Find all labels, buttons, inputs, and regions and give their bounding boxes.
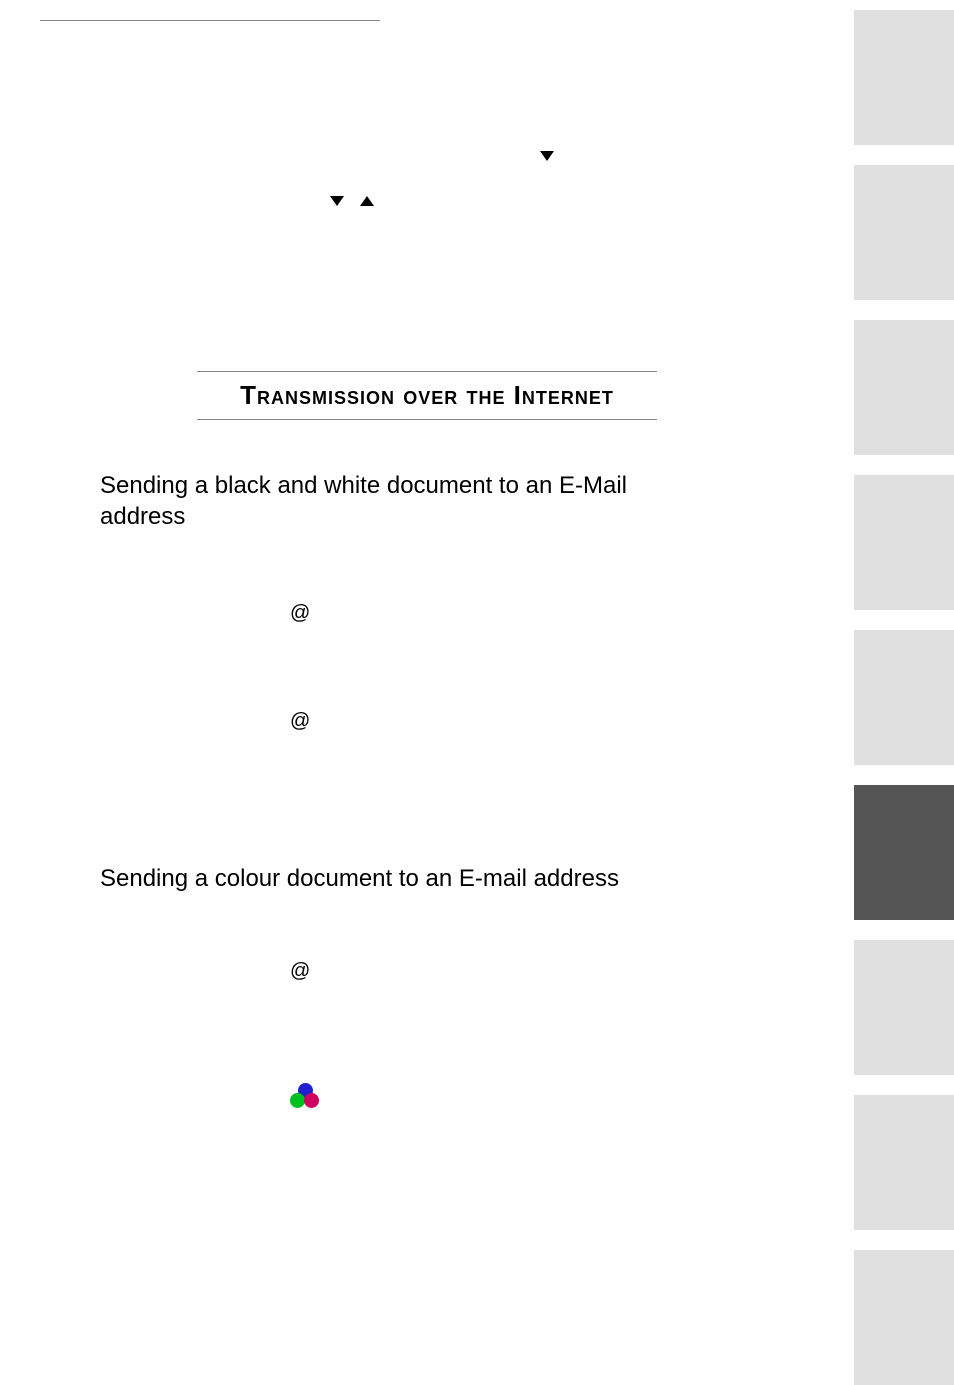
subsection-heading-color: Sending a colour document to an E-mail a… — [100, 863, 714, 894]
red-circle — [304, 1093, 319, 1108]
side-tab[interactable] — [854, 1250, 954, 1385]
side-tab[interactable] — [854, 320, 954, 455]
arrow-indicators — [40, 151, 814, 271]
side-tab-active[interactable] — [854, 785, 954, 920]
side-tab[interactable] — [854, 940, 954, 1075]
side-tab[interactable] — [854, 475, 954, 610]
side-tab-strip — [854, 0, 954, 1350]
rgb-color-icon — [290, 1083, 320, 1113]
at-symbol-icon: @ — [290, 602, 814, 625]
horizontal-rule — [197, 419, 657, 420]
side-tab[interactable] — [854, 10, 954, 145]
chevron-up-icon — [360, 196, 374, 206]
side-tab[interactable] — [854, 1095, 954, 1230]
side-tab[interactable] — [854, 630, 954, 765]
chevron-down-icon — [540, 151, 554, 161]
at-symbol-icon: @ — [290, 960, 814, 983]
subsection-heading-bw: Sending a black and white document to an… — [100, 470, 714, 532]
at-symbol-icon: @ — [290, 710, 814, 733]
horizontal-rule-top — [40, 20, 380, 21]
chevron-down-icon — [330, 196, 344, 206]
side-tab[interactable] — [854, 165, 954, 300]
section-heading: Transmission over the Internet — [120, 372, 734, 419]
green-circle — [290, 1093, 305, 1108]
